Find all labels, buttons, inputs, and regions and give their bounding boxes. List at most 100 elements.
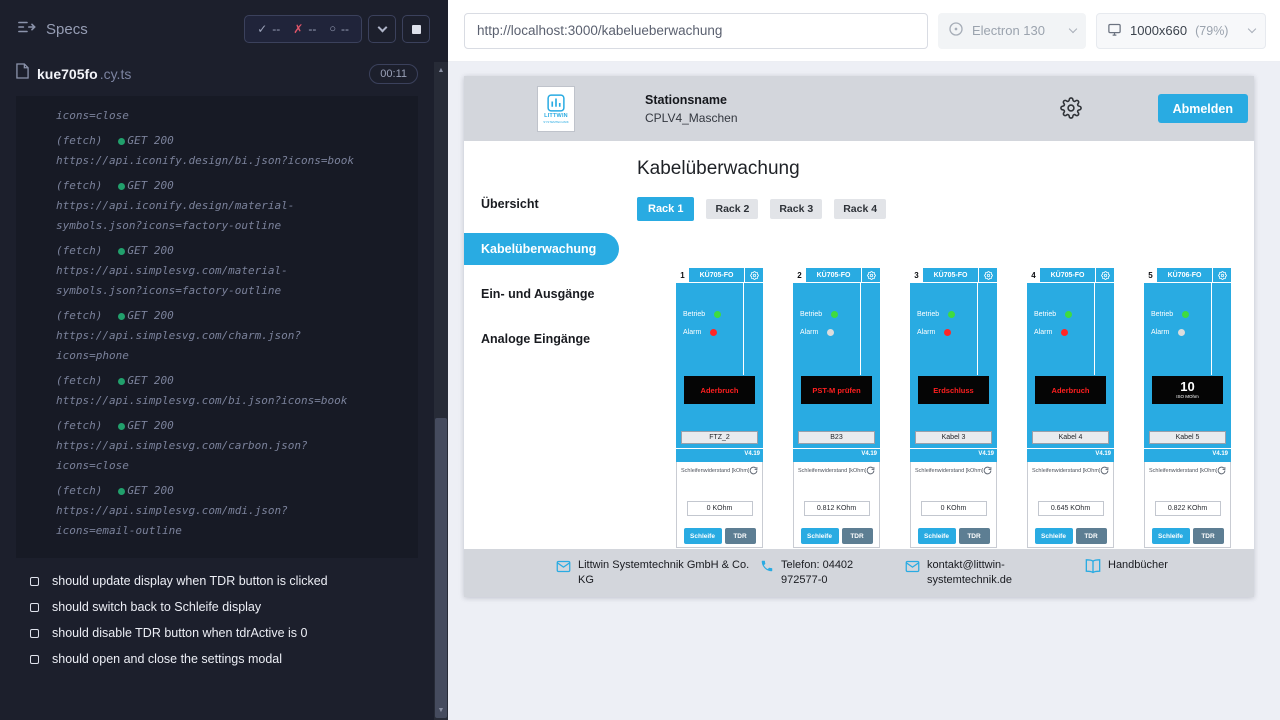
log-fetch-label: (fetch) bbox=[56, 131, 102, 151]
log-entry[interactable]: (fetch) GET 200 https://api.simplesvg.co… bbox=[16, 481, 418, 541]
schleife-button[interactable]: Schleife bbox=[1152, 528, 1190, 544]
log-fetch-label: (fetch) bbox=[56, 481, 102, 501]
tab-label: Rack 1 bbox=[648, 203, 683, 215]
viewport-select[interactable]: 1000x660 (79%) bbox=[1096, 13, 1266, 49]
scroll-up-icon[interactable]: ▲ bbox=[434, 66, 448, 76]
logout-button[interactable]: Abmelden bbox=[1158, 94, 1248, 123]
nav-item[interactable]: Kabelüberwachung bbox=[464, 233, 619, 265]
measurement-panel: Schleifenwiderstand [kOhm] 0.822 KOhm Sc… bbox=[1144, 462, 1231, 548]
log-entry[interactable]: icons=close bbox=[16, 106, 418, 126]
measurement-value: 0 KOhm bbox=[687, 501, 753, 516]
app-main: Kabelüberwachung Rack 1 Rack 2 Rack 3 Ra… bbox=[637, 141, 1254, 549]
refresh-icon[interactable] bbox=[866, 466, 875, 475]
tab-label: Rack 3 bbox=[779, 203, 813, 215]
card-header: 2 KÜ705-FO bbox=[793, 268, 880, 283]
refresh-icon[interactable] bbox=[983, 466, 992, 475]
footer-item[interactable]: Littwin Systemtechnik GmbH & Co. KG bbox=[556, 558, 760, 588]
firmware-version: V4.19 bbox=[676, 448, 763, 462]
footer-item[interactable]: kontakt@littwin-systemtechnik.de bbox=[905, 558, 1085, 588]
card-settings-gear-icon[interactable] bbox=[744, 268, 763, 282]
log-entry[interactable]: (fetch) GET 200 https://api.simplesvg.co… bbox=[16, 306, 418, 366]
browser-bar: http://localhost:3000/kabelueberwachung … bbox=[448, 0, 1280, 62]
spec-file-row[interactable]: kue705fo .cy.ts 00:11 bbox=[0, 55, 434, 92]
card-settings-gear-icon[interactable] bbox=[861, 268, 880, 282]
browser-select[interactable]: Electron 130 bbox=[938, 13, 1086, 49]
card-settings-gear-icon[interactable] bbox=[978, 268, 997, 282]
log-entry[interactable]: (fetch) GET 200 https://api.simplesvg.co… bbox=[16, 416, 418, 476]
failed-count: -- bbox=[308, 22, 316, 36]
footer-item[interactable]: Telefon: 04402 972577-0 bbox=[760, 558, 905, 588]
log-url: https://api.simplesvg.com/material-symbo… bbox=[56, 261, 358, 301]
refresh-icon[interactable] bbox=[1100, 466, 1109, 475]
nav-item[interactable]: Analoge Eingänge bbox=[464, 323, 637, 355]
card-settings-gear-icon[interactable] bbox=[1095, 268, 1114, 282]
cable-name-input[interactable]: Kabel 4 bbox=[1032, 431, 1109, 444]
log-meta: (fetch) GET 200 bbox=[56, 371, 418, 391]
url-input[interactable]: http://localhost:3000/kabelueberwachung bbox=[464, 13, 928, 49]
tab-label: Rack 2 bbox=[715, 203, 749, 215]
measurement-header: Schleifenwiderstand [kOhm] bbox=[1031, 466, 1110, 475]
tdr-button[interactable]: TDR bbox=[959, 528, 990, 544]
tdr-button[interactable]: TDR bbox=[1193, 528, 1224, 544]
nav-item[interactable]: Ein- und Ausgänge bbox=[464, 278, 637, 310]
schleife-button[interactable]: Schleife bbox=[801, 528, 839, 544]
logo-text: LITTWIN bbox=[544, 113, 568, 119]
scroll-down-icon[interactable]: ▼ bbox=[434, 706, 448, 716]
betrieb-label: Betrieb bbox=[800, 311, 822, 318]
betrieb-row: Betrieb bbox=[676, 311, 763, 318]
refresh-icon[interactable] bbox=[749, 466, 758, 475]
log-entry[interactable]: (fetch) GET 200 https://api.iconify.desi… bbox=[16, 131, 418, 171]
refresh-icon[interactable] bbox=[1217, 466, 1226, 475]
success-dot-icon bbox=[118, 313, 125, 320]
specs-header[interactable]: Specs bbox=[18, 20, 88, 38]
measurement-panel: Schleifenwiderstand [kOhm] 0 KOhm Schlei… bbox=[910, 462, 997, 548]
test-item[interactable]: should open and close the settings modal bbox=[0, 646, 434, 672]
rack-tab[interactable]: Rack 2 bbox=[706, 199, 758, 219]
card-settings-gear-icon[interactable] bbox=[1212, 268, 1231, 282]
log-status: GET 200 bbox=[127, 241, 173, 261]
stop-tests-button[interactable] bbox=[402, 15, 430, 43]
tdr-button[interactable]: TDR bbox=[725, 528, 756, 544]
card-leds: Betrieb Alarm bbox=[676, 283, 763, 375]
tdr-button[interactable]: TDR bbox=[1076, 528, 1107, 544]
schleife-button[interactable]: Schleife bbox=[684, 528, 722, 544]
app-footer: Littwin Systemtechnik GmbH & Co. KG Tele… bbox=[464, 549, 1254, 597]
cable-name-input[interactable]: B23 bbox=[798, 431, 875, 444]
collapse-button[interactable] bbox=[368, 15, 396, 43]
test-item[interactable]: should switch back to Schleife display bbox=[0, 594, 434, 620]
schleife-button[interactable]: Schleife bbox=[1035, 528, 1073, 544]
settings-gear-icon[interactable] bbox=[1060, 97, 1082, 119]
measurement-label: Schleifenwiderstand [kOhm] bbox=[681, 468, 749, 474]
tdr-button[interactable]: TDR bbox=[842, 528, 873, 544]
firmware-version: V4.19 bbox=[1144, 448, 1231, 462]
log-entry[interactable]: (fetch) GET 200 https://api.simplesvg.co… bbox=[16, 371, 418, 411]
cable-name-input[interactable]: Kabel 5 bbox=[1149, 431, 1226, 444]
rack-tab[interactable]: Rack 1 bbox=[637, 197, 694, 221]
measurement-header: Schleifenwiderstand [kOhm] bbox=[797, 466, 876, 475]
scrollbar-thumb[interactable] bbox=[435, 418, 447, 718]
measurement-header: Schleifenwiderstand [kOhm] bbox=[680, 466, 759, 475]
test-item[interactable]: should disable TDR button when tdrActive… bbox=[0, 620, 434, 646]
card-model: KÜ705-FO bbox=[806, 268, 861, 282]
app-body: Übersicht Kabelüberwachung Ein- und Ausg… bbox=[464, 141, 1254, 549]
alarm-led bbox=[1178, 329, 1185, 336]
cable-name-input[interactable]: FTZ_2 bbox=[681, 431, 758, 444]
card-header: 3 KÜ705-FO bbox=[910, 268, 997, 283]
log-url: https://api.simplesvg.com/charm.json?ico… bbox=[56, 326, 358, 366]
rack-tab[interactable]: Rack 3 bbox=[770, 199, 822, 219]
cable-name-input[interactable]: Kabel 3 bbox=[915, 431, 992, 444]
cross-icon: ✗ bbox=[293, 22, 303, 36]
schleife-button[interactable]: Schleife bbox=[918, 528, 956, 544]
log-entry[interactable]: (fetch) GET 200 https://api.iconify.desi… bbox=[16, 176, 418, 236]
alarm-led bbox=[827, 329, 834, 336]
log-entry[interactable]: (fetch) GET 200 https://api.simplesvg.co… bbox=[16, 241, 418, 301]
footer-item[interactable]: Handbücher bbox=[1085, 558, 1168, 574]
reporter-scrollbar[interactable]: ▲ ▼ bbox=[434, 62, 448, 720]
measurement-value: 0.822 KOhm bbox=[1155, 501, 1221, 516]
rack-tab[interactable]: Rack 4 bbox=[834, 199, 886, 219]
log-meta: (fetch) GET 200 bbox=[56, 416, 418, 436]
alarm-label: Alarm bbox=[683, 329, 701, 336]
test-item[interactable]: should update display when TDR button is… bbox=[0, 568, 434, 594]
nav-item[interactable]: Übersicht bbox=[464, 188, 637, 220]
card-buttons: Schleife TDR bbox=[1031, 528, 1110, 544]
